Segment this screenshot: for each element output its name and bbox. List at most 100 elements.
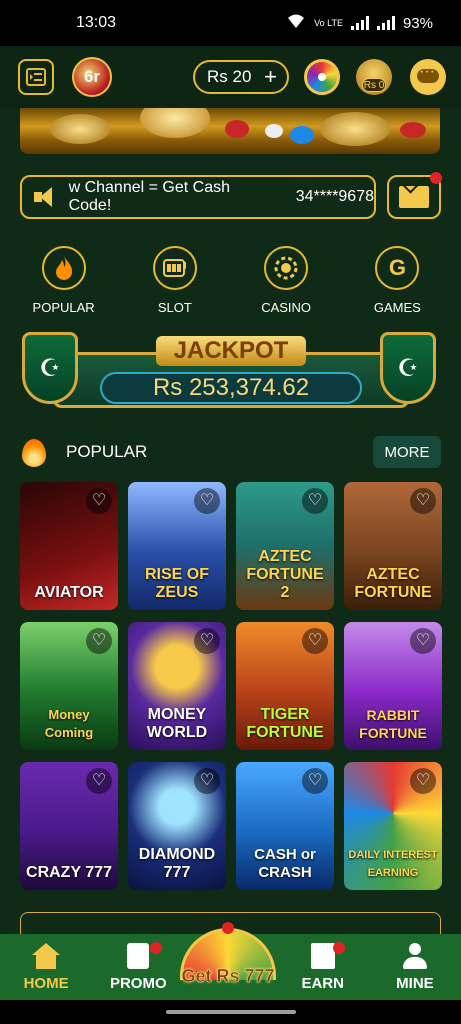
money-bag-amount: Rs 0	[362, 78, 386, 92]
support-chat-icon[interactable]	[410, 59, 446, 95]
spin-wheel-icon[interactable]	[304, 59, 340, 95]
nav-label: PROMO	[109, 975, 167, 992]
pakistan-flag-shield-icon: ☪	[380, 332, 436, 404]
gesture-bar[interactable]	[0, 1000, 461, 1024]
game-card-aztec-fortune-2[interactable]: ♡ AZTEC FORTUNE 2	[236, 482, 334, 610]
game-name: DAILY INTEREST EARNING	[348, 849, 438, 879]
pakistan-flag-shield-icon: ☪	[22, 332, 78, 404]
balance-amount: Rs 20	[207, 67, 252, 86]
game-card-tiger-fortune[interactable]: ♡ TIGER FORTUNE	[236, 622, 334, 750]
game-card-rabbit-fortune[interactable]: ♡ RABBIT FORTUNE	[344, 622, 442, 750]
favorite-heart-icon[interactable]: ♡	[86, 488, 112, 514]
popular-section-header: POPULAR MORE	[20, 432, 441, 472]
section-title: POPULAR	[66, 442, 148, 461]
battery-level: 93%	[402, 14, 433, 32]
game-name: TIGER FORTUNE	[246, 706, 324, 741]
announcement-marquee[interactable]: w Channel = Get Cash Code! 34****9678	[20, 175, 376, 219]
game-card-cash-or-crash[interactable]: ♡ CASH or CRASH	[236, 762, 334, 890]
coupon-icon	[127, 943, 150, 969]
nav-label: EARN	[301, 975, 344, 992]
category-casino[interactable]: CASINO	[236, 246, 336, 315]
favorite-heart-icon[interactable]: ♡	[410, 628, 436, 654]
add-funds-icon: +	[264, 64, 277, 89]
cta-notification-dot	[222, 922, 234, 934]
speaker-icon	[34, 187, 59, 207]
favorite-heart-icon[interactable]: ♡	[302, 488, 328, 514]
game-card-diamond-777[interactable]: ♡ DIAMOND 777	[128, 762, 226, 890]
game-card-crazy-777[interactable]: ♡ CRAZY 777	[20, 762, 118, 890]
game-name: Money Coming	[44, 707, 94, 740]
game-grid: ♡ AVIATOR ♡ RISE OF ZEUS ♡ AZTEC FORTUNE…	[20, 482, 442, 890]
status-indicators: Vo LTE 93%	[286, 13, 433, 33]
promo-banner[interactable]	[20, 108, 440, 154]
game-card-aztec-fortune[interactable]: ♡ AZTEC FORTUNE	[344, 482, 442, 610]
app-logo[interactable]: 6r	[72, 57, 112, 97]
earn-notification-dot	[332, 942, 345, 954]
app-header: 6r Rs 20 + Rs 0	[0, 46, 461, 108]
balance-button[interactable]: Rs 20 +	[193, 60, 289, 94]
game-card-money-world[interactable]: ♡ MONEY WORLD	[128, 622, 226, 750]
logo-text: 6r	[83, 67, 101, 86]
get-rs-777-button[interactable]: Get Rs 777	[166, 922, 290, 1000]
favorite-heart-icon[interactable]: ♡	[302, 628, 328, 654]
favorite-heart-icon[interactable]: ♡	[194, 628, 220, 654]
favorite-heart-icon[interactable]: ♡	[410, 488, 436, 514]
jackpot-amount: Rs 253,374.62	[100, 372, 362, 404]
mail-notification-dot	[430, 172, 442, 184]
g-letter: G	[388, 255, 406, 280]
signal-icon	[350, 16, 369, 30]
promo-notification-dot	[150, 942, 163, 954]
g-letter-icon: G	[375, 246, 420, 290]
more-button[interactable]: MORE	[373, 436, 441, 468]
nav-label: MINE	[396, 975, 434, 992]
favorite-heart-icon[interactable]: ♡	[194, 488, 220, 514]
game-name: MONEY WORLD	[146, 706, 208, 741]
game-card-rise-of-zeus[interactable]: ♡ RISE OF ZEUS	[128, 482, 226, 610]
wifi-icon	[286, 13, 306, 33]
status-time: 13:03	[76, 14, 117, 31]
favorite-heart-icon[interactable]: ♡	[86, 628, 112, 654]
flame-icon	[20, 435, 48, 469]
game-card-money-coming[interactable]: ♡ Money Coming	[20, 622, 118, 750]
menu-button[interactable]	[18, 59, 54, 95]
menu-icon	[26, 68, 46, 86]
cta-label: Get Rs 777	[181, 966, 275, 987]
category-games[interactable]: G GAMES	[347, 246, 447, 315]
announcement-phone: 34****9678	[295, 188, 374, 205]
game-name: AZTEC FORTUNE	[354, 566, 432, 601]
category-bar: POPULAR SLOT CASINO G GAMES	[0, 246, 461, 315]
fire-icon	[41, 246, 86, 290]
game-name: RISE OF ZEUS	[144, 566, 209, 601]
favorite-heart-icon[interactable]: ♡	[410, 768, 436, 794]
nav-home[interactable]: HOME	[0, 934, 92, 1000]
game-card-aviator[interactable]: ♡ AVIATOR	[20, 482, 118, 610]
favorite-heart-icon[interactable]: ♡	[194, 768, 220, 794]
game-name: CRAZY 777	[26, 864, 112, 881]
chip-icon	[264, 246, 309, 290]
category-label: SLOT	[157, 300, 192, 315]
favorite-heart-icon[interactable]: ♡	[302, 768, 328, 794]
category-popular[interactable]: POPULAR	[14, 246, 114, 315]
nav-mine[interactable]: MINE	[369, 934, 461, 1000]
game-name: CASH or CRASH	[254, 846, 316, 881]
category-label: CASINO	[261, 300, 312, 315]
nav-label: HOME	[23, 975, 69, 992]
category-slot[interactable]: SLOT	[125, 246, 225, 315]
signal-icon-2	[376, 16, 395, 30]
category-label: GAMES	[373, 300, 421, 315]
game-name: AVIATOR	[34, 584, 104, 601]
announcement-text: w Channel = Get Cash Code!	[68, 179, 230, 214]
category-label: POPULAR	[32, 300, 95, 315]
user-icon	[401, 943, 429, 969]
game-card-daily-interest-earning[interactable]: ♡ DAILY INTEREST EARNING	[344, 762, 442, 890]
jackpot-title: JACKPOT	[156, 336, 306, 366]
network-type: Vo LTE	[314, 17, 343, 28]
nav-earn[interactable]: EARN	[277, 934, 369, 1000]
game-name: DIAMOND 777	[138, 846, 216, 881]
status-bar: 13:03 Vo LTE 93%	[0, 0, 461, 46]
favorite-heart-icon[interactable]: ♡	[86, 768, 112, 794]
slot-machine-icon	[152, 246, 197, 290]
home-icon	[32, 943, 61, 969]
envelope-icon	[399, 186, 429, 208]
jackpot-banner: ☪ ☪ JACKPOT Rs 253,374.62	[22, 332, 440, 414]
